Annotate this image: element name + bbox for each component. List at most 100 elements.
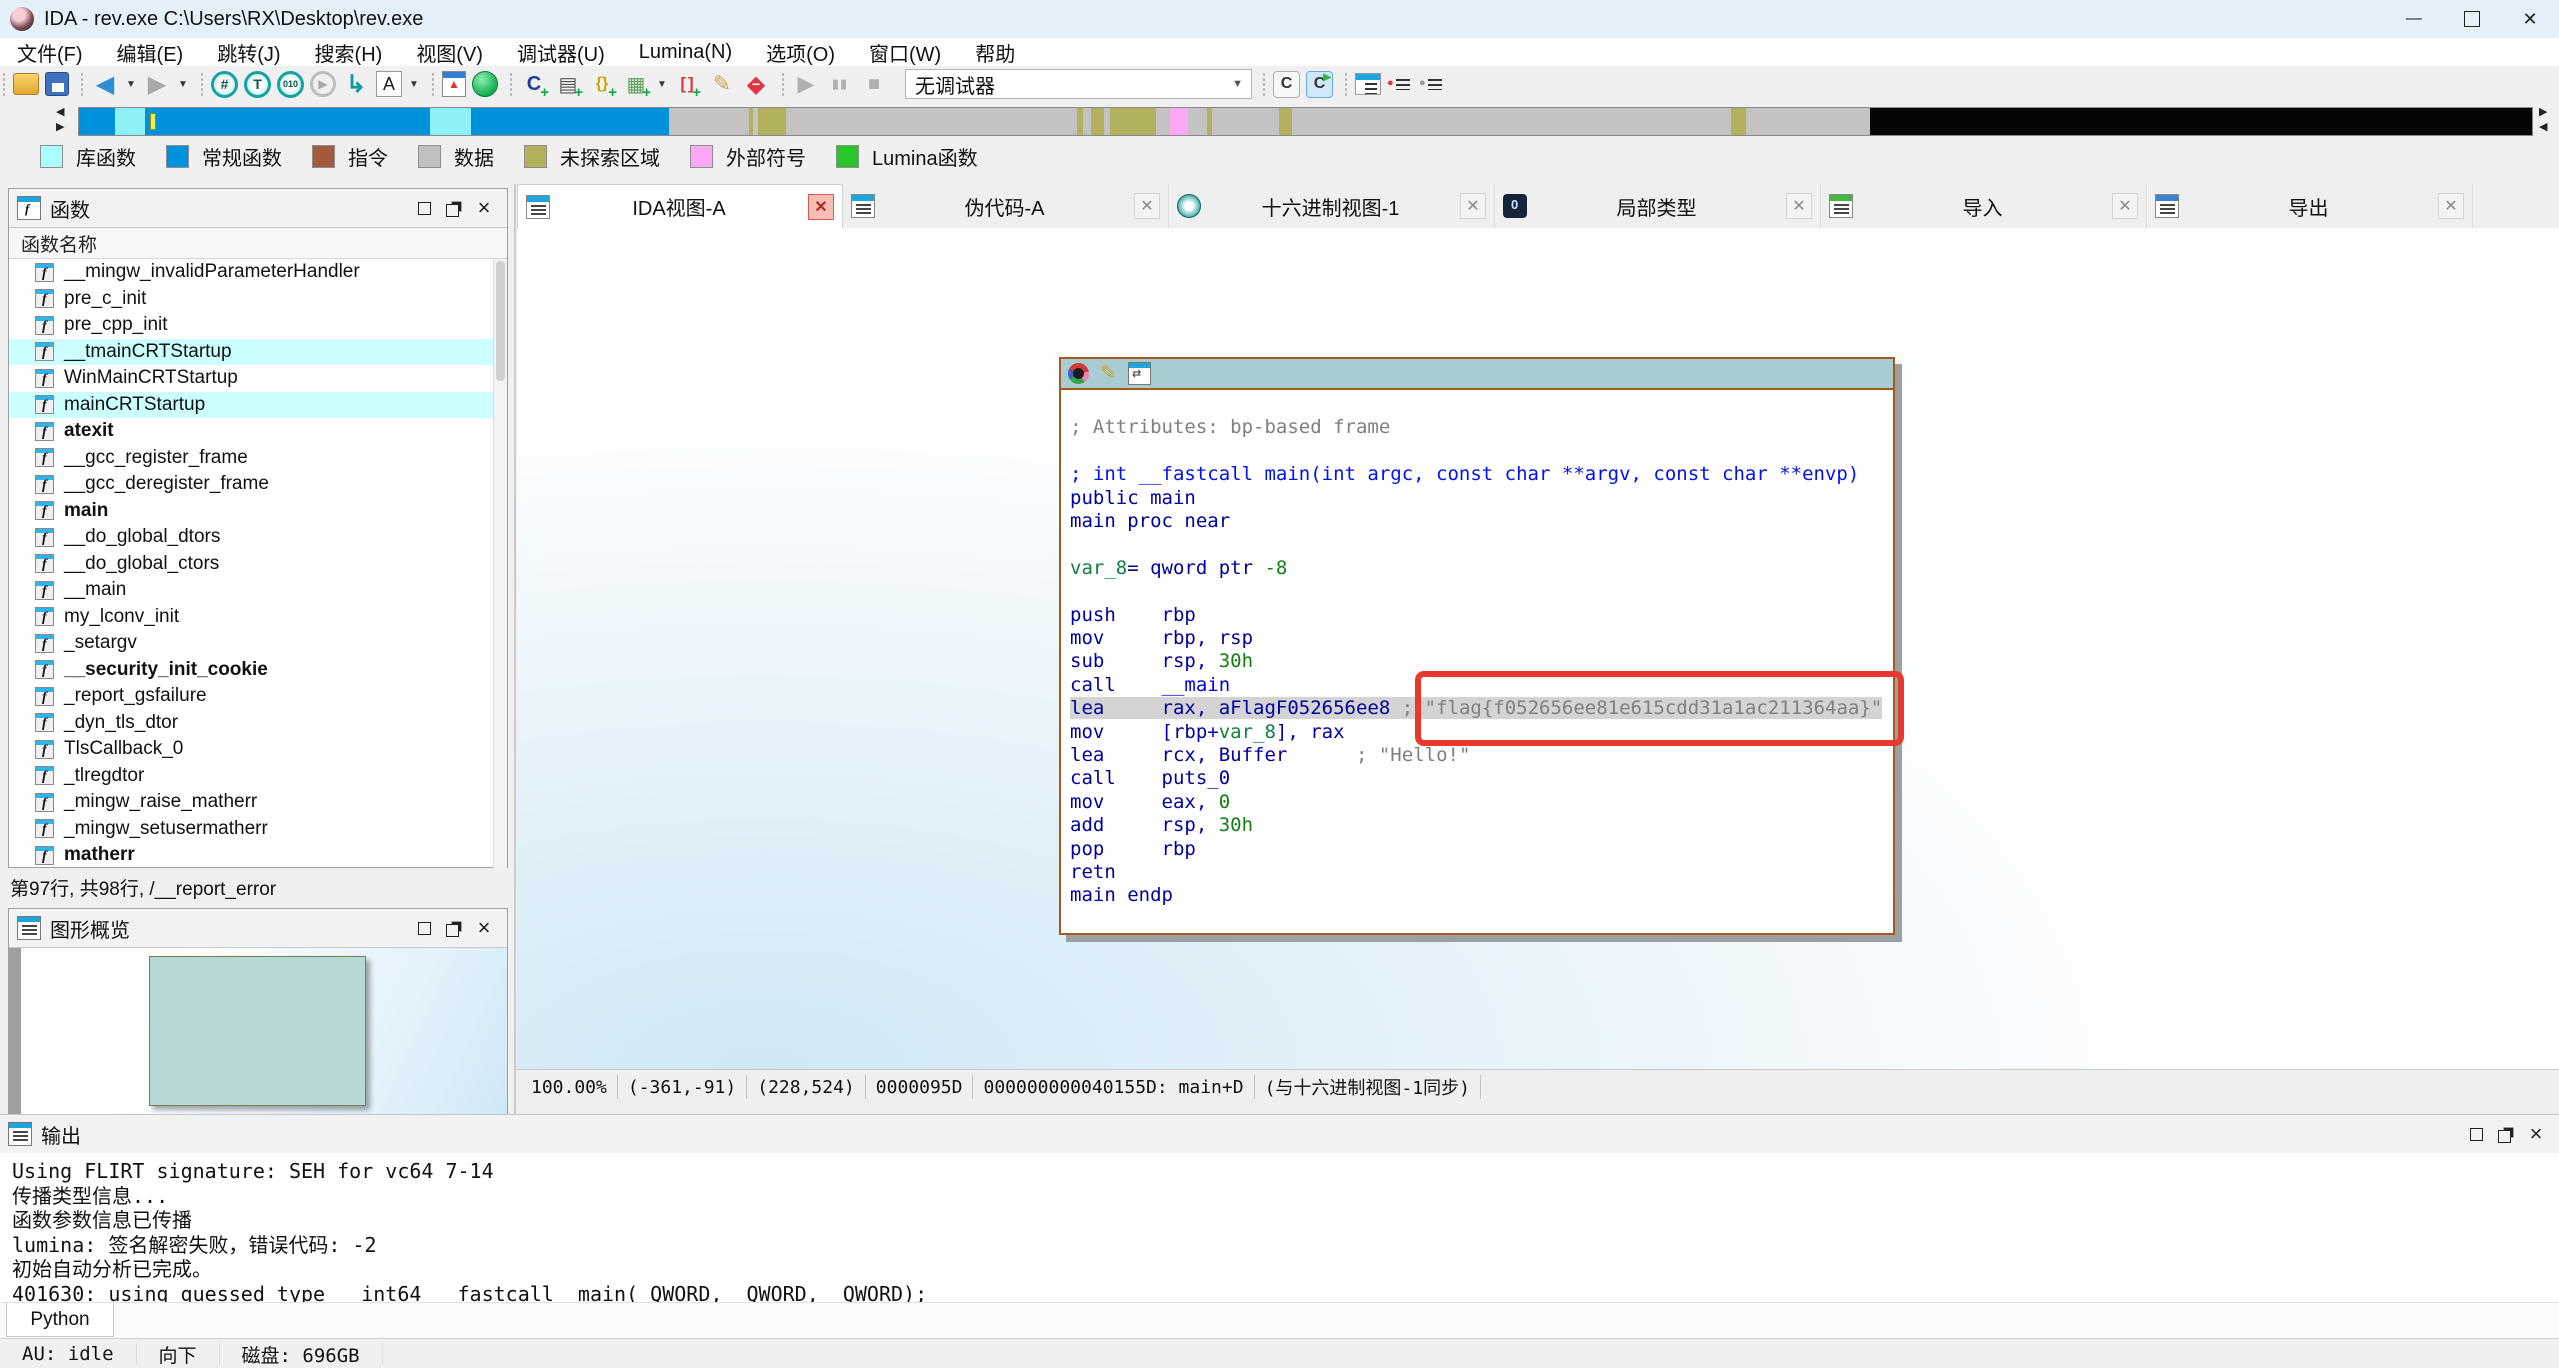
function-row[interactable]: fmain (9, 498, 507, 525)
function-row[interactable]: f_dyn_tls_dtor (9, 710, 507, 737)
python-cli-tab[interactable]: Python (6, 1303, 114, 1337)
add-struct-icon[interactable]: ▤ (554, 70, 582, 98)
save-icon[interactable] (45, 72, 69, 96)
function-row[interactable]: f__gcc_register_frame (9, 445, 507, 472)
module-list-icon[interactable] (1419, 73, 1445, 95)
panel-float-button[interactable] (2491, 1122, 2521, 1146)
function-row[interactable]: f_mingw_raise_matherr (9, 789, 507, 816)
text-format-icon[interactable]: T (244, 71, 271, 98)
graph-overview-viewport[interactable] (149, 956, 366, 1106)
add-breakpoint-icon[interactable]: [] (674, 70, 702, 98)
band-scroll-right[interactable]: ▶◀ (2539, 105, 2555, 135)
function-row[interactable]: f__do_global_ctors (9, 551, 507, 578)
graph-layout-icon[interactable] (1128, 362, 1151, 385)
debugger-select[interactable]: 无调试器▼ (905, 69, 1252, 99)
tab-close-icon[interactable]: ✕ (1786, 193, 1812, 219)
tab-close-icon[interactable]: ✕ (1460, 193, 1486, 219)
panel-maximize-button[interactable] (409, 916, 439, 940)
panel-float-button[interactable] (439, 916, 469, 940)
stop-debugger-icon[interactable]: ■ (860, 70, 888, 98)
tab-imports[interactable]: 导入✕ (1821, 184, 2147, 228)
marked-position-icon[interactable]: ▲ (442, 71, 466, 97)
graph-node-main[interactable]: ✎ ; Attributes: bp-based frame; int __fa… (1059, 357, 1895, 935)
jump-in-function-icon[interactable]: ↳ (342, 70, 370, 98)
tab-hex-view-1[interactable]: 十六进制视图-1✕ (1169, 184, 1495, 228)
function-row[interactable]: f__mingw_invalidParameterHandler (9, 259, 507, 286)
delete-icon[interactable]: ◆ (742, 70, 770, 98)
panel-close-button[interactable] (2521, 1122, 2551, 1146)
add-enum-icon[interactable]: {} (588, 70, 616, 98)
number-format-icon[interactable]: # (211, 71, 238, 98)
windows-list-icon[interactable] (1355, 73, 1381, 95)
menu-item-windows[interactable]: 窗口(W) (852, 38, 958, 66)
add-segment-icon[interactable]: ▦ (622, 70, 650, 98)
rename-icon[interactable]: A (376, 71, 402, 97)
start-debugger-icon[interactable]: ▶ (792, 70, 820, 98)
function-row[interactable]: f__tmainCRTStartup (9, 339, 507, 366)
panel-close-button[interactable] (469, 196, 499, 220)
graph-overview-canvas[interactable] (9, 948, 507, 1115)
binary-format-icon[interactable]: 010 (277, 71, 304, 98)
menu-item-file[interactable]: 文件(F) (0, 38, 100, 66)
open-file-icon[interactable] (13, 73, 39, 95)
tab-close-icon[interactable]: ✕ (2112, 193, 2138, 219)
menu-item-help[interactable]: 帮助 (958, 38, 1032, 66)
panel-splitter[interactable] (514, 184, 516, 1114)
function-row[interactable]: f__do_global_dtors (9, 524, 507, 551)
tab-ida-view-a[interactable]: IDA视图-A✕ (517, 184, 843, 228)
continue-process-icon[interactable]: C (1306, 71, 1333, 98)
function-row[interactable]: fpre_cpp_init (9, 312, 507, 339)
minimize-button[interactable] (2385, 0, 2443, 38)
panel-maximize-button[interactable] (2461, 1122, 2491, 1146)
disassembly-listing[interactable]: ; Attributes: bp-based frame; int __fast… (1061, 390, 1893, 908)
navigate-back-icon[interactable]: ◀ (91, 70, 119, 98)
band-position-marker[interactable] (150, 113, 156, 130)
menu-item-view[interactable]: 视图(V) (399, 38, 500, 66)
lumina-status-icon[interactable] (472, 71, 498, 97)
tab-pseudocode-a[interactable]: 伪代码-A✕ (843, 184, 1169, 228)
function-name-column-header[interactable]: 函数名称 (9, 228, 507, 259)
function-row[interactable]: f__security_init_cookie (9, 657, 507, 684)
tab-close-icon[interactable]: ✕ (1134, 193, 1160, 219)
add-function-icon[interactable]: C (520, 70, 548, 98)
function-row[interactable]: f__main (9, 577, 507, 604)
graph-color-icon[interactable] (1068, 363, 1089, 384)
function-row[interactable]: f_tlregdtor (9, 763, 507, 790)
tab-close-icon[interactable]: ✕ (2438, 193, 2464, 219)
graph-node-titlebar[interactable]: ✎ (1061, 359, 1893, 390)
function-row[interactable]: f_setargv (9, 630, 507, 657)
menu-item-edit[interactable]: 编辑(E) (100, 38, 201, 66)
panel-close-button[interactable] (469, 916, 499, 940)
panel-float-button[interactable] (439, 196, 469, 220)
tab-local-types[interactable]: 局部类型✕ (1495, 184, 1821, 228)
rename-caret-icon[interactable]: ▼ (408, 70, 420, 98)
function-row[interactable]: fpre_c_init (9, 286, 507, 313)
breakpoint-list-icon[interactable] (1387, 73, 1413, 95)
graph-edit-icon[interactable]: ✎ (1098, 363, 1119, 384)
navigation-band[interactable] (78, 107, 2533, 136)
output-panel-header[interactable]: 输出 (0, 1114, 2559, 1154)
tab-close-icon[interactable]: ✕ (808, 194, 834, 220)
function-row[interactable]: fmy_lconv_init (9, 604, 507, 631)
panel-maximize-button[interactable] (409, 196, 439, 220)
function-row[interactable]: f_mingw_setusermatherr (9, 816, 507, 843)
run-to-cursor-icon[interactable]: C (1273, 71, 1300, 98)
maximize-button[interactable] (2443, 0, 2501, 38)
pause-debugger-icon[interactable]: ▮▮ (826, 70, 854, 98)
graph-overview-header[interactable]: 图形概览 (9, 909, 507, 948)
edit-icon[interactable]: ✎ (708, 70, 736, 98)
navigate-forward-icon[interactable]: ▶ (143, 70, 171, 98)
menu-item-search[interactable]: 搜索(H) (298, 38, 400, 66)
function-row[interactable]: fatexit (9, 418, 507, 445)
function-row[interactable]: fTlsCallback_0 (9, 736, 507, 763)
function-row[interactable]: fmatherr (9, 842, 507, 869)
function-row[interactable]: fWinMainCRTStartup (9, 365, 507, 392)
band-scroll-left[interactable]: ◀▶ (56, 105, 72, 135)
function-row[interactable]: f__gcc_deregister_frame (9, 471, 507, 498)
functions-panel-header[interactable]: 函数 (9, 189, 507, 228)
menu-item-jump[interactable]: 跳转(J) (200, 38, 297, 66)
jump-disabled-icon[interactable]: ▶ (310, 71, 336, 97)
back-history-caret-icon[interactable]: ▼ (125, 70, 137, 98)
close-button[interactable] (2501, 0, 2559, 38)
menu-item-debugger[interactable]: 调试器(U) (500, 38, 622, 66)
